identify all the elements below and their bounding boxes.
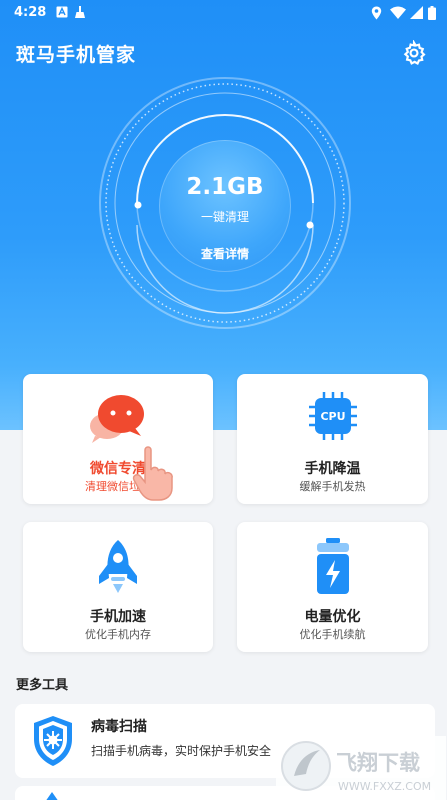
wifi-icon [390,6,406,19]
more-tools-heading: 更多工具 [16,678,69,693]
battery-icon [428,6,436,20]
junk-size-value: 2.1GB [186,174,264,200]
status-bar: 4:28 [0,0,447,26]
card-cool-down-subtitle: 缓解手机发热 [299,480,366,493]
watermark-text: 飞翔下载 [336,751,420,775]
card-boost-title: 手机加速 [90,609,146,625]
rocket-icon [99,540,137,593]
watermark-url: WWW.FXXZ.COM [338,780,431,793]
notification-broom-icon [75,6,85,18]
notification-a-icon [56,6,68,18]
tool-next-icon [46,792,58,800]
location-icon [371,6,382,20]
wechat-bubble-icon [90,395,144,443]
card-phone-boost[interactable]: 手机加速 优化手机内存 [23,522,213,652]
card-battery-subtitle: 优化手机续航 [299,628,366,641]
tap-hand-icon [132,446,173,501]
view-details-link[interactable]: 查看详情 [159,245,291,262]
one-click-clean-label[interactable]: 一键清理 [159,208,291,225]
status-time: 4:28 [14,5,47,20]
tool-virus-scan-title: 病毒扫描 [91,719,147,735]
card-boost-subtitle: 优化手机内存 [85,628,151,641]
card-battery-title: 电量优化 [304,609,361,625]
shield-virus-icon [34,716,72,766]
signal-icon [410,6,423,19]
cpu-chip-icon: CPU [309,392,357,440]
card-battery-optimize[interactable]: 电量优化 优化手机续航 [237,522,428,652]
cpu-chip-label: CPU [320,410,345,423]
card-cool-down-title: 手机降温 [304,461,361,477]
settings-gear-icon[interactable] [401,40,427,66]
card-wechat-clean[interactable]: 微信专清 清理微信垃圾 [23,374,213,504]
app-title: 斑马手机管家 [16,44,137,66]
card-cool-down[interactable]: CPU 手机降温 缓解手机发热 [237,374,428,504]
battery-charge-icon [317,538,349,594]
watermark-logo: 飞翔下载 WWW.FXXZ.COM [276,736,446,800]
tool-virus-scan-desc: 扫描手机病毒，实时保护手机安全 [91,744,272,758]
